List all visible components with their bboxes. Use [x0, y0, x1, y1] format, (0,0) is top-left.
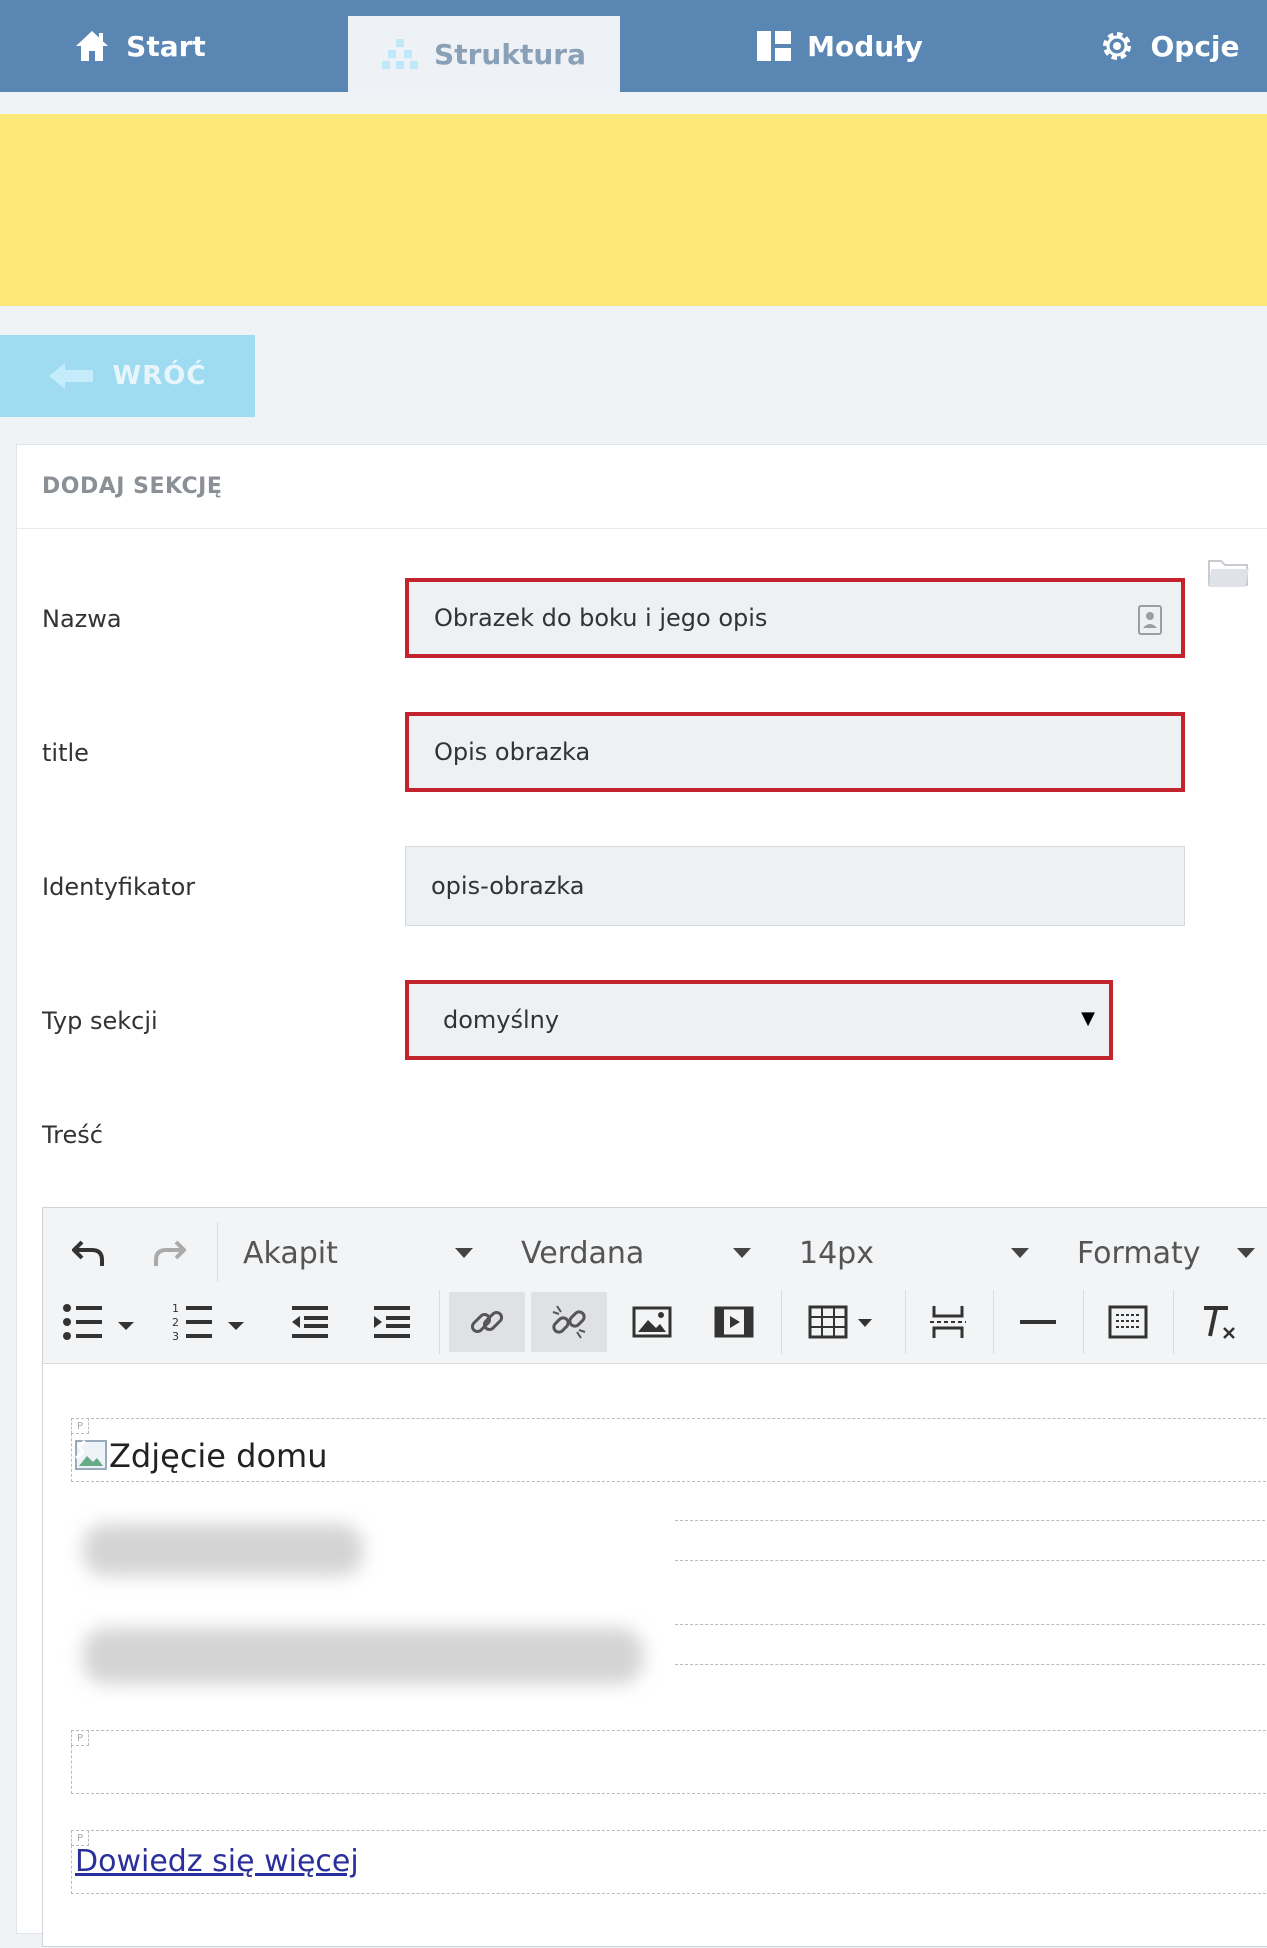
block-format-value: Akapit [243, 1235, 338, 1271]
editor-toolbar: Akapit Verdana 14px Formaty 123 [43, 1208, 1267, 1364]
typ-sekcji-label: Typ sekcji [42, 1007, 158, 1035]
video-icon[interactable] [699, 1294, 769, 1350]
paragraph-marker: P [71, 1418, 89, 1434]
image-alt-text: Zdjęcie domu [109, 1437, 328, 1475]
blurred-text [83, 1524, 363, 1576]
nazwa-input[interactable]: Obrazek do boku i jego opis [405, 578, 1185, 658]
modules-icon [757, 31, 792, 61]
tab-moduly-label: Moduły [807, 29, 923, 63]
rich-text-editor: Akapit Verdana 14px Formaty 123 P Zdjęci… [42, 1207, 1267, 1947]
top-navigation: Start Struktura Moduły Opcje [0, 0, 1267, 92]
chevron-down-icon [455, 1248, 473, 1258]
arrow-left-icon [48, 361, 93, 391]
broken-image-icon [75, 1440, 107, 1470]
back-button-label: WRÓĆ [112, 361, 207, 391]
font-family-dropdown[interactable]: Verdana [521, 1228, 751, 1278]
back-button[interactable]: WRÓĆ [0, 335, 255, 417]
typ-sekcji-value: domyślny [443, 1006, 560, 1034]
tab-moduly[interactable]: Moduły [740, 0, 940, 92]
formats-value: Formaty [1077, 1235, 1201, 1271]
link-icon[interactable] [449, 1292, 525, 1352]
font-size-value: 14px [799, 1235, 874, 1271]
add-section-card: DODAJ SEKCJĘ Nazwa Obrazek do boku i jeg… [16, 444, 1267, 1947]
chevron-down-icon [733, 1248, 751, 1258]
bullet-list-icon[interactable] [57, 1294, 147, 1350]
structure-icon [382, 37, 419, 71]
card-title: DODAJ SEKCJĘ [17, 445, 1267, 529]
unlink-icon[interactable] [531, 1292, 607, 1352]
svg-text:1: 1 [172, 1302, 179, 1315]
tab-opcje[interactable]: Opcje [1080, 0, 1260, 92]
tresc-label: Treść [42, 1121, 103, 1149]
broken-image[interactable]: Zdjęcie domu [75, 1437, 328, 1475]
contact-card-icon[interactable] [1137, 604, 1163, 642]
outdent-icon[interactable] [275, 1294, 345, 1350]
image-icon[interactable] [617, 1294, 687, 1350]
home-icon [74, 29, 110, 63]
empty-paragraph[interactable]: P [71, 1730, 1267, 1794]
svg-text:3: 3 [172, 1330, 179, 1342]
page-break-icon[interactable] [913, 1294, 983, 1350]
redo-icon[interactable] [141, 1228, 197, 1278]
tab-start-label: Start [126, 29, 206, 63]
blurred-text [83, 1628, 643, 1684]
block-format-dropdown[interactable]: Akapit [243, 1228, 473, 1278]
horizontal-rule-icon[interactable] [1003, 1294, 1073, 1350]
identyfikator-input[interactable]: opis-obrazka [405, 846, 1185, 926]
indent-icon[interactable] [357, 1294, 427, 1350]
template-icon[interactable] [1093, 1294, 1163, 1350]
tab-opcje-label: Opcje [1150, 29, 1240, 63]
identyfikator-label: Identyfikator [42, 873, 196, 901]
font-family-value: Verdana [521, 1235, 645, 1271]
tab-start[interactable]: Start [60, 0, 220, 92]
undo-icon[interactable] [61, 1228, 117, 1278]
title-input[interactable]: Opis obrazka [405, 712, 1185, 792]
learn-more-link[interactable]: Dowiedz się więcej [75, 1844, 359, 1879]
nazwa-label: Nazwa [42, 605, 122, 633]
chevron-down-icon [1011, 1248, 1029, 1258]
tab-struktura-label: Struktura [434, 37, 586, 71]
font-size-dropdown[interactable]: 14px [799, 1228, 1029, 1278]
title-label: title [42, 739, 89, 767]
formats-dropdown[interactable]: Formaty [1077, 1228, 1257, 1278]
numbered-list-icon[interactable]: 123 [167, 1294, 257, 1350]
tab-struktura[interactable]: Struktura [348, 16, 620, 92]
dropdown-caret-icon: ▼ [1081, 1008, 1095, 1029]
svg-text:2: 2 [172, 1316, 179, 1329]
editor-content-area[interactable]: P Zdjęcie domu P P Dowiedz się więcej [43, 1364, 1267, 1948]
nazwa-value: Obrazek do boku i jego opis [434, 604, 768, 632]
table-icon[interactable] [793, 1294, 893, 1350]
folder-icon[interactable] [1207, 555, 1251, 593]
notification-banner [0, 114, 1267, 306]
clear-formatting-icon[interactable] [1183, 1294, 1253, 1350]
typ-sekcji-select[interactable]: domyślny ▼ [405, 980, 1113, 1060]
chevron-down-icon [1237, 1248, 1255, 1258]
gear-icon [1100, 29, 1134, 63]
paragraph-marker: P [71, 1730, 89, 1746]
